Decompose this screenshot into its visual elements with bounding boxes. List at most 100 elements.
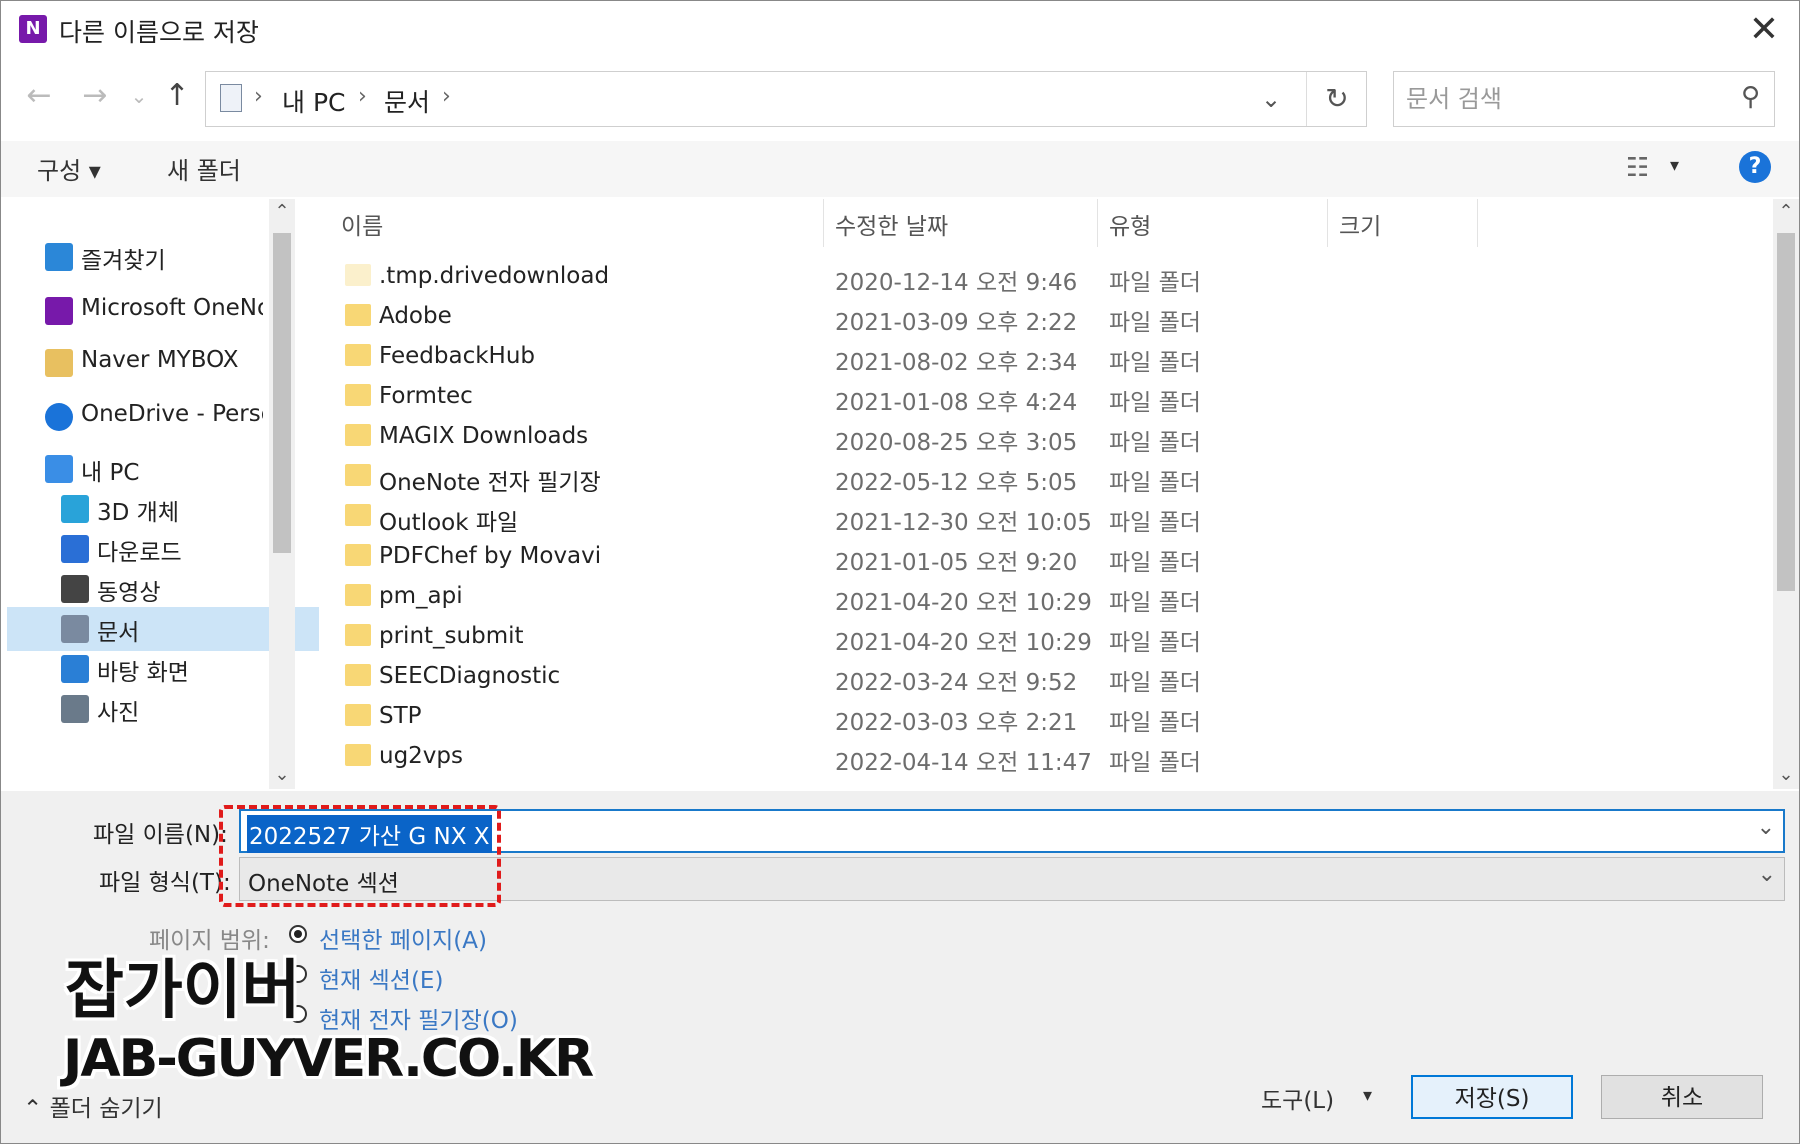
sidebar-item[interactable]: OneDrive - Personal (45, 395, 263, 439)
search-input[interactable] (1404, 80, 1708, 118)
file-date: 2022-03-24 오전 9:52 (835, 670, 1078, 696)
recent-locations-button[interactable]: ⌄ (119, 73, 159, 119)
sidebar-item[interactable]: Microsoft OneNote (45, 289, 263, 333)
file-row[interactable]: OneNote 전자 필기장 2022-05-12 오후 5:05 파일 폴더 (337, 457, 1467, 497)
scroll-up-icon[interactable]: ⌃ (1773, 201, 1799, 222)
sidebar-item[interactable]: 동영상 (61, 567, 263, 611)
column-header-name[interactable]: 이름 (341, 207, 383, 247)
organize-button[interactable]: 구성 ▾ (37, 151, 101, 186)
folder-icon (345, 704, 371, 726)
help-icon[interactable]: ? (1739, 151, 1771, 183)
filename-dropdown-icon[interactable]: ⌄ (1757, 815, 1775, 840)
file-type: 파일 폴더 (1109, 750, 1201, 776)
refresh-button[interactable]: ↻ (1312, 78, 1362, 120)
breadcrumb-my-pc[interactable]: 내 PC (282, 83, 345, 119)
nav-scroll-thumb[interactable] (273, 233, 291, 553)
breadcrumb-separator[interactable]: › (442, 84, 451, 109)
column-header-size[interactable]: 크기 (1339, 207, 1381, 247)
up-button[interactable]: ↑ (157, 73, 197, 119)
file-row[interactable]: Adobe 2021-03-09 오후 2:22 파일 폴더 (337, 297, 1467, 337)
cloud-icon (45, 403, 73, 431)
address-bar[interactable]: › 내 PC › 문서 › ⌄ ↻ (205, 71, 1367, 127)
close-button[interactable]: ✕ (1739, 5, 1789, 55)
file-name: MAGIX Downloads (379, 423, 589, 449)
sidebar-item[interactable]: 3D 개체 (61, 487, 263, 531)
nav-scrollbar[interactable]: ⌃ ⌄ (269, 199, 295, 789)
scroll-down-icon[interactable]: ⌄ (1773, 764, 1799, 785)
column-header-date[interactable]: 수정한 날짜 (835, 207, 948, 247)
search-box[interactable]: ⚲ (1393, 71, 1775, 127)
file-date: 2022-05-12 오후 5:05 (835, 470, 1078, 496)
sidebar-item[interactable]: 즐겨찾기 (45, 235, 263, 279)
scroll-up-icon[interactable]: ⌃ (269, 201, 295, 222)
file-type: 파일 폴더 (1109, 470, 1201, 496)
sort-ascending-icon: ⌃ (567, 199, 583, 212)
breadcrumb-documents[interactable]: 문서 (384, 83, 430, 119)
folder-icon (345, 344, 371, 366)
view-options-icon[interactable]: ☷ (1626, 153, 1649, 183)
folder-icon (345, 384, 371, 406)
document-icon (220, 84, 242, 112)
file-date: 2021-04-20 오전 10:29 (835, 630, 1092, 656)
file-date: 2020-08-25 오후 3:05 (835, 430, 1078, 456)
sidebar-item[interactable]: 사진 (61, 687, 263, 731)
back-button[interactable]: ← (19, 73, 59, 119)
column-divider[interactable] (1327, 199, 1328, 247)
file-type: 파일 폴더 (1109, 590, 1201, 616)
mybox-icon (45, 349, 73, 377)
file-row[interactable]: SEECDiagnostic 2022-03-24 오전 9:52 파일 폴더 (337, 657, 1467, 697)
column-divider[interactable] (823, 199, 824, 247)
tools-button[interactable]: 도구(L) (1261, 1081, 1334, 1115)
folder-icon (345, 424, 371, 446)
sidebar-item-label: 동영상 (97, 580, 161, 606)
filetype-dropdown-icon[interactable]: ⌄ (1758, 862, 1776, 887)
sidebar-item[interactable]: Naver MYBOX (45, 341, 263, 385)
file-name: STP (379, 703, 422, 729)
sidebar-item[interactable]: 다운로드 (61, 527, 263, 571)
file-list-scrollbar[interactable]: ⌃ ⌄ (1773, 199, 1799, 789)
film-icon (61, 575, 89, 603)
file-name: .tmp.drivedownload (379, 263, 610, 289)
column-header-type[interactable]: 유형 (1109, 207, 1151, 247)
file-row[interactable]: FeedbackHub 2021-08-02 오후 2:34 파일 폴더 (337, 337, 1467, 377)
file-row[interactable]: ug2vps 2022-04-14 오전 11:47 파일 폴더 (337, 737, 1467, 777)
column-divider[interactable] (1097, 199, 1098, 247)
cancel-button[interactable]: 취소 (1601, 1075, 1763, 1119)
navigation-row: ← → ⌄ ↑ › 내 PC › 문서 › ⌄ ↻ ⚲ (1, 63, 1799, 133)
file-row[interactable]: Formtec 2021-01-08 오후 4:24 파일 폴더 (337, 377, 1467, 417)
file-type: 파일 폴더 (1109, 550, 1201, 576)
sidebar-item[interactable]: 내 PC (45, 447, 263, 491)
onenote-app-icon: N (19, 15, 47, 43)
scroll-down-icon[interactable]: ⌄ (269, 764, 295, 785)
column-divider[interactable] (1477, 199, 1478, 247)
file-row[interactable]: .tmp.drivedownload 2020-12-14 오전 9:46 파일 폴… (337, 257, 1467, 297)
file-row[interactable]: PDFChef by Movavi 2021-01-05 오전 9:20 파일 폴더 (337, 537, 1467, 577)
forward-button[interactable]: → (75, 73, 115, 119)
address-dropdown-icon[interactable]: ⌄ (1246, 80, 1296, 118)
dialog-title: 다른 이름으로 저장 (59, 18, 259, 47)
sidebar-item[interactable]: 바탕 화면 (61, 647, 263, 691)
new-folder-button[interactable]: 새 폴더 (167, 151, 241, 186)
file-name: ug2vps (379, 743, 464, 769)
radio-label[interactable]: 현재 섹션(E) (319, 961, 443, 995)
hide-folders-button[interactable]: ⌃ 폴더 숨기기 (23, 1089, 163, 1123)
file-date: 2021-12-30 오전 10:05 (835, 510, 1092, 536)
file-row[interactable]: print_submit 2021-04-20 오전 10:29 파일 폴더 (337, 617, 1467, 657)
file-type: 파일 폴더 (1109, 310, 1201, 336)
file-name: PDFChef by Movavi (379, 543, 602, 569)
filetype-label: 파일 형식(T): (99, 870, 231, 896)
file-name: SEECDiagnostic (379, 663, 561, 689)
save-button[interactable]: 저장(S) (1411, 1075, 1573, 1119)
file-row[interactable]: pm_api 2021-04-20 오전 10:29 파일 폴더 (337, 577, 1467, 617)
tools-dropdown-icon[interactable]: ▾ (1363, 1085, 1372, 1106)
file-name: Formtec (379, 383, 473, 409)
file-row[interactable]: MAGIX Downloads 2020-08-25 오후 3:05 파일 폴더 (337, 417, 1467, 457)
view-dropdown-icon[interactable]: ▾ (1670, 155, 1679, 176)
search-icon[interactable]: ⚲ (1741, 82, 1760, 112)
address-divider (1306, 72, 1307, 126)
file-row[interactable]: STP 2022-03-03 오후 2:21 파일 폴더 (337, 697, 1467, 737)
radio-label[interactable]: 선택한 페이지(A) (319, 921, 487, 955)
file-list-scroll-thumb[interactable] (1777, 233, 1795, 591)
file-row[interactable]: Outlook 파일 2021-12-30 오전 10:05 파일 폴더 (337, 497, 1467, 537)
breadcrumb-separator[interactable]: › (358, 84, 367, 109)
